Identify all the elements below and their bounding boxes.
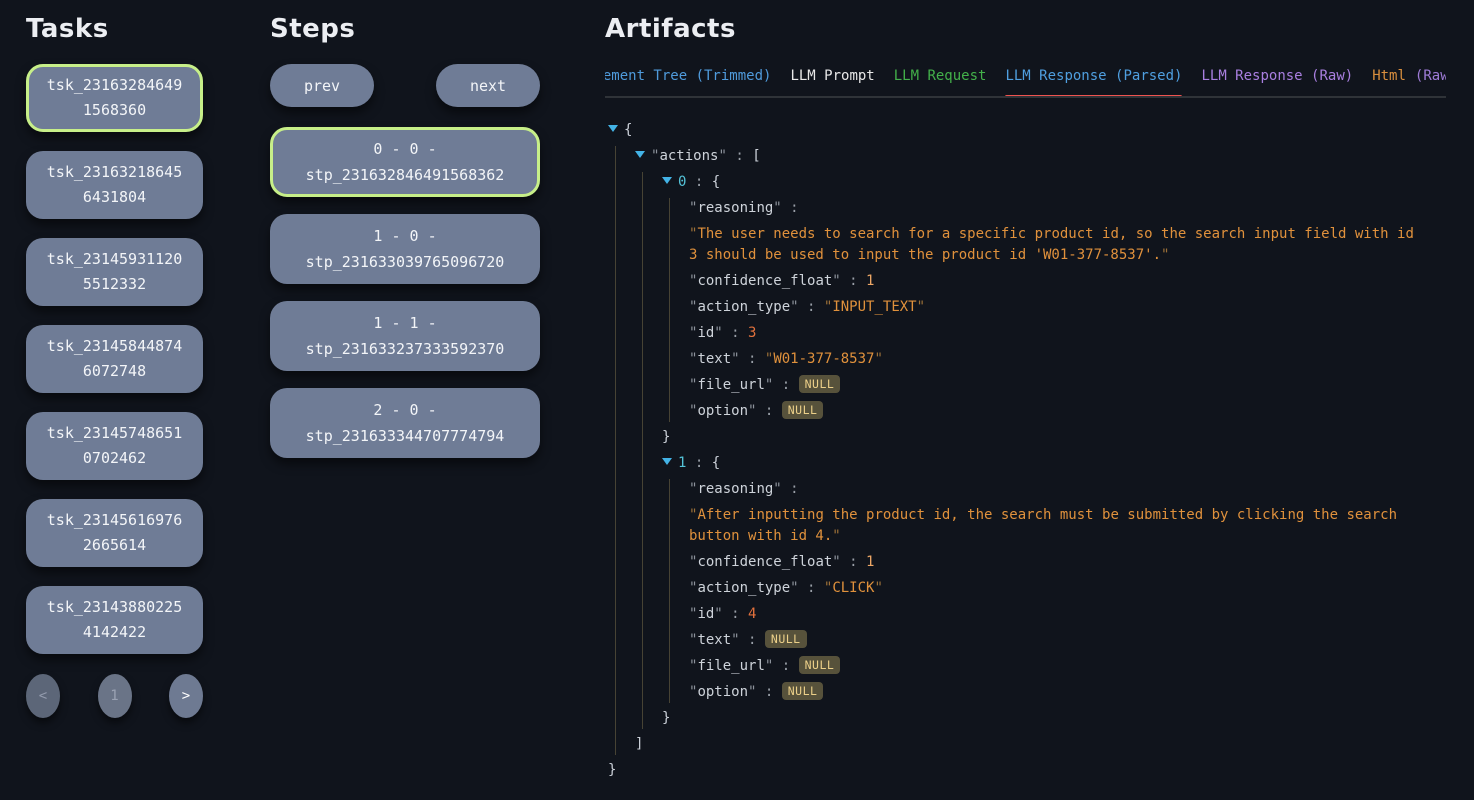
artifacts-panel: Artifacts Element Tree (Trimmed) LLM Pro… xyxy=(605,14,1446,786)
steps-title: Steps xyxy=(270,14,540,44)
json-key: file_url xyxy=(689,658,773,674)
json-row-text: text NULL xyxy=(689,630,1420,651)
json-null-badge: NULL xyxy=(782,682,824,700)
task-item[interactable]: tsk_231459311205512332 xyxy=(26,238,203,306)
step-item[interactable]: 0 - 0 - stp_231632846491568362 xyxy=(270,127,540,197)
json-key: action_type xyxy=(689,299,799,315)
json-null-badge: NULL xyxy=(765,630,807,648)
tab-llm-response-raw[interactable]: LLM Response (Raw) xyxy=(1201,68,1353,84)
json-key: action_type xyxy=(689,580,799,596)
json-root-open xyxy=(608,120,1420,141)
json-row-reasoning-key: reasoning xyxy=(689,479,1420,500)
collapse-icon[interactable] xyxy=(662,458,672,465)
json-level-2: 0 reasoning The user needs to search for… xyxy=(642,172,1420,729)
json-object-close xyxy=(662,427,1420,448)
pagination-page-button[interactable]: 1 xyxy=(98,674,132,718)
json-key: text xyxy=(689,351,740,367)
step-nav: prev next xyxy=(270,64,540,107)
json-null-badge: NULL xyxy=(799,656,841,674)
json-row-id: id 3 xyxy=(689,323,1420,344)
json-string-value: After inputting the product id, the sear… xyxy=(689,507,1397,544)
json-key: file_url xyxy=(689,377,773,393)
json-row-action-type: action_type CLICK xyxy=(689,578,1420,599)
collapse-icon[interactable] xyxy=(608,125,618,132)
tab-llm-response-parsed[interactable]: LLM Response (Parsed) xyxy=(1005,68,1182,84)
tab-element-tree-trimmed[interactable]: Element Tree (Trimmed) xyxy=(605,68,771,84)
json-key: option xyxy=(689,684,756,700)
json-row-option: option NULL xyxy=(689,401,1420,422)
next-step-button[interactable]: next xyxy=(436,64,540,107)
json-root-close xyxy=(608,760,1420,781)
json-row-file-url: file_url NULL xyxy=(689,656,1420,677)
json-string-value: CLICK xyxy=(824,580,883,596)
task-item[interactable]: tsk_231456169762665614 xyxy=(26,499,203,567)
json-key: text xyxy=(689,632,740,648)
tasks-pagination: < 1 > xyxy=(26,674,203,718)
json-row-action-type: action_type INPUT_TEXT xyxy=(689,297,1420,318)
json-number-value: 4 xyxy=(748,606,756,622)
task-item[interactable]: tsk_231632846491568360 xyxy=(26,64,203,132)
json-key: confidence_float xyxy=(689,554,841,570)
json-row-confidence: confidence_float 1 xyxy=(689,552,1420,573)
json-null-badge: NULL xyxy=(782,401,824,419)
json-key: confidence_float xyxy=(689,273,841,289)
json-level-3: reasoning After inputting the product id… xyxy=(669,479,1420,703)
tab-html-raw-part2: (Raw) xyxy=(1415,68,1446,84)
collapse-icon[interactable] xyxy=(635,151,645,158)
tab-llm-prompt[interactable]: LLM Prompt xyxy=(790,68,874,84)
tasks-panel: Tasks tsk_231632846491568360 tsk_2316321… xyxy=(26,14,203,718)
steps-panel: Steps prev next 0 - 0 - stp_231632846491… xyxy=(270,14,540,475)
collapse-icon[interactable] xyxy=(662,177,672,184)
json-key: reasoning xyxy=(689,200,782,216)
json-number-value: 3 xyxy=(748,325,756,341)
tab-html-raw-part1: Html xyxy=(1372,68,1406,84)
artifact-tabbar: Element Tree (Trimmed) LLM Prompt LLM Re… xyxy=(605,68,1446,98)
json-number-value: 1 xyxy=(866,554,874,570)
json-row-option: option NULL xyxy=(689,682,1420,703)
json-row-id: id 4 xyxy=(689,604,1420,625)
json-row-confidence: confidence_float 1 xyxy=(689,271,1420,292)
json-row-actions: actions xyxy=(635,146,1420,167)
task-item[interactable]: tsk_231632186456431804 xyxy=(26,151,203,219)
json-key: option xyxy=(689,403,756,419)
artifacts-title: Artifacts xyxy=(605,14,1446,44)
json-array-close xyxy=(635,734,1420,755)
json-tree-viewer: actions 0 reasoning The user needs to se… xyxy=(605,120,1420,781)
json-null-badge: NULL xyxy=(799,375,841,393)
json-key: id xyxy=(689,606,723,622)
json-string-value: The user needs to search for a specific … xyxy=(689,226,1414,263)
step-item[interactable]: 1 - 0 - stp_231633039765096720 xyxy=(270,214,540,284)
task-item[interactable]: tsk_231457486510702462 xyxy=(26,412,203,480)
json-number-value: 1 xyxy=(866,273,874,289)
json-key: actions xyxy=(651,148,727,164)
json-key: reasoning xyxy=(689,481,782,497)
task-item[interactable]: tsk_231438802254142422 xyxy=(26,586,203,654)
json-row-reasoning-value: After inputting the product id, the sear… xyxy=(689,505,1420,547)
pagination-prev-button[interactable]: < xyxy=(26,674,60,718)
json-level-1: actions 0 reasoning The user needs to se… xyxy=(615,146,1420,755)
json-row-index-1: 1 xyxy=(662,453,1420,474)
json-row-file-url: file_url NULL xyxy=(689,375,1420,396)
json-object-close xyxy=(662,708,1420,729)
tab-html-raw[interactable]: Html (Raw) xyxy=(1372,68,1446,84)
step-item[interactable]: 1 - 1 - stp_231633237333592370 xyxy=(270,301,540,371)
json-string-value: INPUT_TEXT xyxy=(824,299,925,315)
step-item[interactable]: 2 - 0 - stp_231633344707774794 xyxy=(270,388,540,458)
app-root: Tasks tsk_231632846491568360 tsk_2316321… xyxy=(0,0,1474,786)
prev-step-button[interactable]: prev xyxy=(270,64,374,107)
json-row-reasoning-key: reasoning xyxy=(689,198,1420,219)
tab-llm-request[interactable]: LLM Request xyxy=(894,68,987,84)
json-string-value: W01-377-8537 xyxy=(765,351,883,367)
pagination-next-button[interactable]: > xyxy=(169,674,203,718)
json-level-3: reasoning The user needs to search for a… xyxy=(669,198,1420,422)
json-key: id xyxy=(689,325,723,341)
json-row-reasoning-value: The user needs to search for a specific … xyxy=(689,224,1420,266)
json-row-text: text W01-377-8537 xyxy=(689,349,1420,370)
task-item[interactable]: tsk_231458448746072748 xyxy=(26,325,203,393)
json-row-index-0: 0 xyxy=(662,172,1420,193)
tasks-title: Tasks xyxy=(26,14,203,44)
